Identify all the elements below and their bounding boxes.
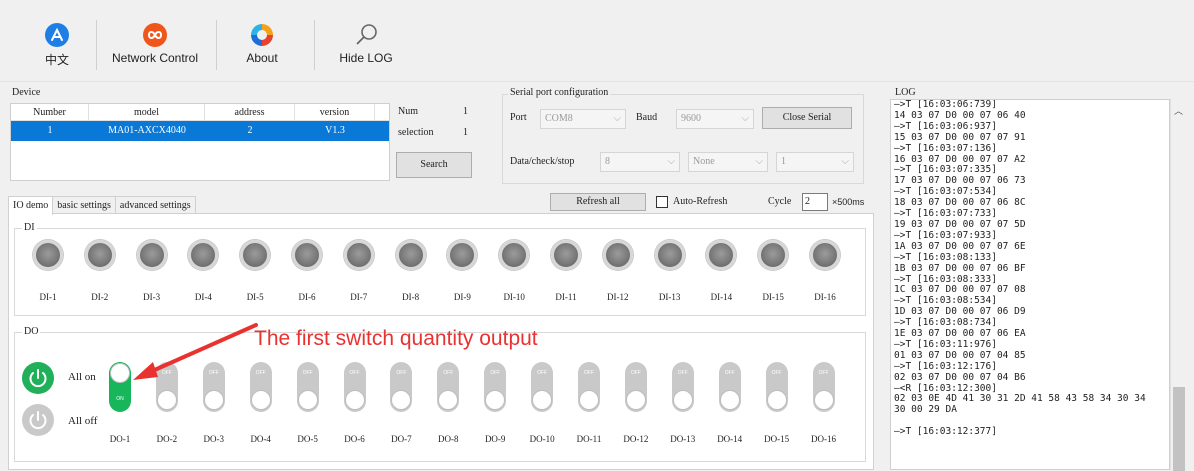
chevron-up-icon[interactable]: ︿ xyxy=(1171,104,1186,117)
log-line: 15 03 07 D0 00 07 07 91 xyxy=(894,131,1026,143)
log-line: 1B 03 07 D0 00 07 06 BF xyxy=(894,262,1026,274)
log-line: —>T [16:03:07:136] xyxy=(894,142,997,154)
scrollbar-thumb[interactable] xyxy=(1173,387,1185,471)
log-text-area[interactable]: —>T [16:03:06:739] 14 03 07 D0 00 07 06 4… xyxy=(890,99,1170,470)
log-scrollbar[interactable]: ︿ xyxy=(1170,99,1186,471)
log-line: —>T [16:03:12:377] xyxy=(894,426,997,438)
tab-io-demo[interactable]: IO demo xyxy=(8,196,54,215)
log-line: 30 00 29 DA xyxy=(894,404,957,416)
log-line: —>T [16:03:08:133] xyxy=(894,251,997,263)
log-line: 02 03 07 D0 00 07 04 B6 xyxy=(894,371,1026,383)
log-group-label: LOG xyxy=(893,87,918,98)
